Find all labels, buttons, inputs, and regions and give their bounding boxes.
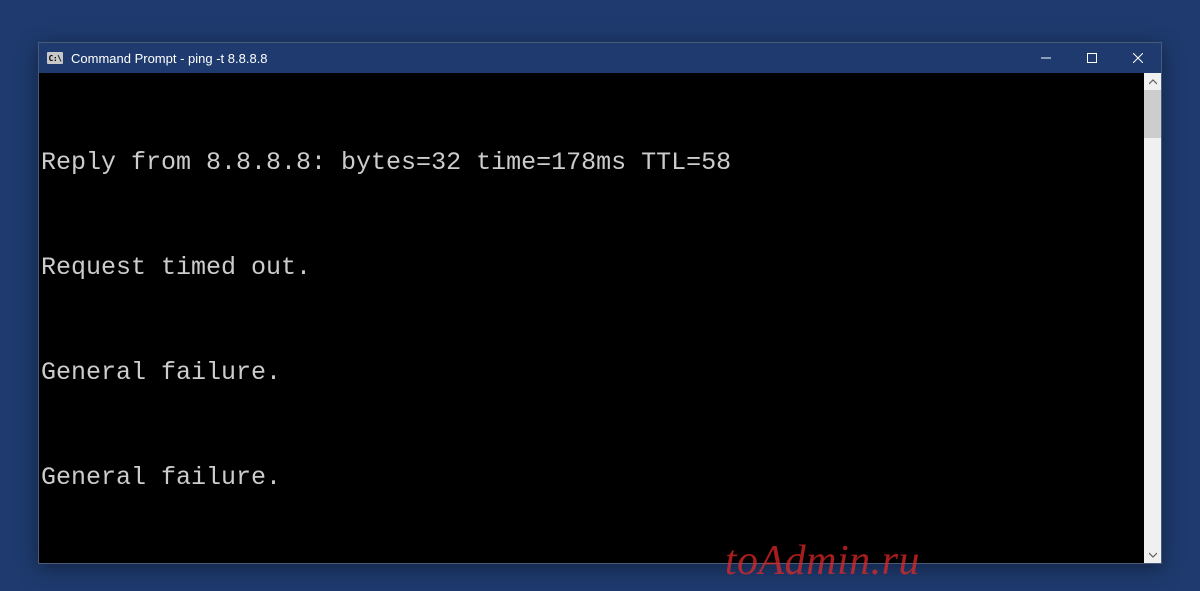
minimize-icon (1041, 53, 1051, 63)
scrollbar-thumb[interactable] (1144, 90, 1161, 138)
vertical-scrollbar[interactable] (1144, 73, 1161, 563)
console-line: General failure. (41, 460, 1144, 495)
command-prompt-window: C:\ Command Prompt - ping -t 8.8.8.8 Rep… (38, 42, 1162, 564)
scrollbar-down-button[interactable] (1144, 546, 1161, 563)
minimize-button[interactable] (1023, 43, 1069, 73)
close-icon (1133, 53, 1143, 63)
titlebar[interactable]: C:\ Command Prompt - ping -t 8.8.8.8 (39, 43, 1161, 73)
maximize-button[interactable] (1069, 43, 1115, 73)
maximize-icon (1087, 53, 1097, 63)
console-line: Reply from 8.8.8.8: bytes=32 time=178ms … (41, 145, 1144, 180)
scrollbar-track[interactable] (1144, 90, 1161, 546)
window-controls (1023, 43, 1161, 73)
console-line: Request timed out. (41, 250, 1144, 285)
window-title: Command Prompt - ping -t 8.8.8.8 (71, 51, 1023, 66)
console-line: General failure. (41, 355, 1144, 390)
console-output[interactable]: Reply from 8.8.8.8: bytes=32 time=178ms … (39, 73, 1144, 563)
chevron-up-icon (1149, 78, 1157, 86)
chevron-down-icon (1149, 551, 1157, 559)
cmd-icon: C:\ (47, 52, 63, 64)
close-button[interactable] (1115, 43, 1161, 73)
console-area: Reply from 8.8.8.8: bytes=32 time=178ms … (39, 73, 1161, 563)
scrollbar-up-button[interactable] (1144, 73, 1161, 90)
